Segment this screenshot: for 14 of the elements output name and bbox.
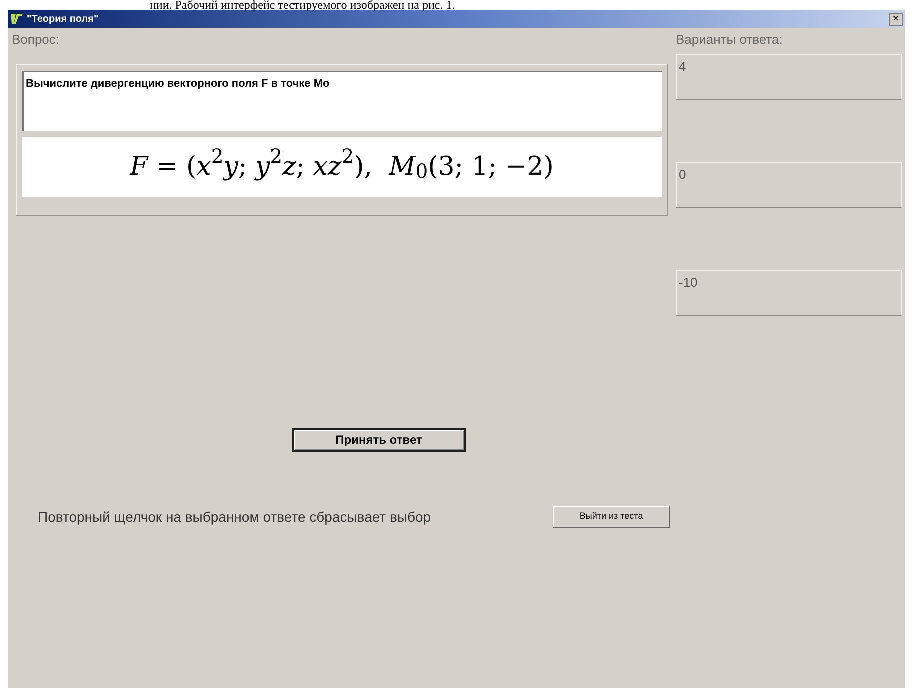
formula: F = (x$^{2}$y; y$^{2}$z; xz$^{2}$), M$_{0}$(3; 1; −2) — [22, 137, 662, 197]
answer-option[interactable]: -10 — [676, 270, 902, 316]
exit-button[interactable]: Выйти из теста — [553, 506, 670, 528]
submit-button[interactable]: Принять ответ — [292, 428, 466, 452]
answer-option[interactable]: 0 — [676, 162, 902, 208]
question-text: Вычислите дивергенцию векторного поля F в точке Mo — [22, 71, 662, 131]
hint-text: Повторный щелчок на выбранном ответе сбрасывает выбор — [38, 508, 432, 527]
window-title: "Теория поля" — [27, 12, 99, 26]
app-icon — [10, 12, 24, 26]
document-text: нии. Рабочий интерфейс тестируемого изображен на рис. 1. — [150, 0, 456, 11]
answers-label: Варианты ответа: — [676, 31, 784, 48]
answer-option[interactable]: 4 — [676, 54, 902, 100]
close-button[interactable]: × — [889, 12, 903, 26]
question-label: Вопрос: — [12, 31, 61, 48]
